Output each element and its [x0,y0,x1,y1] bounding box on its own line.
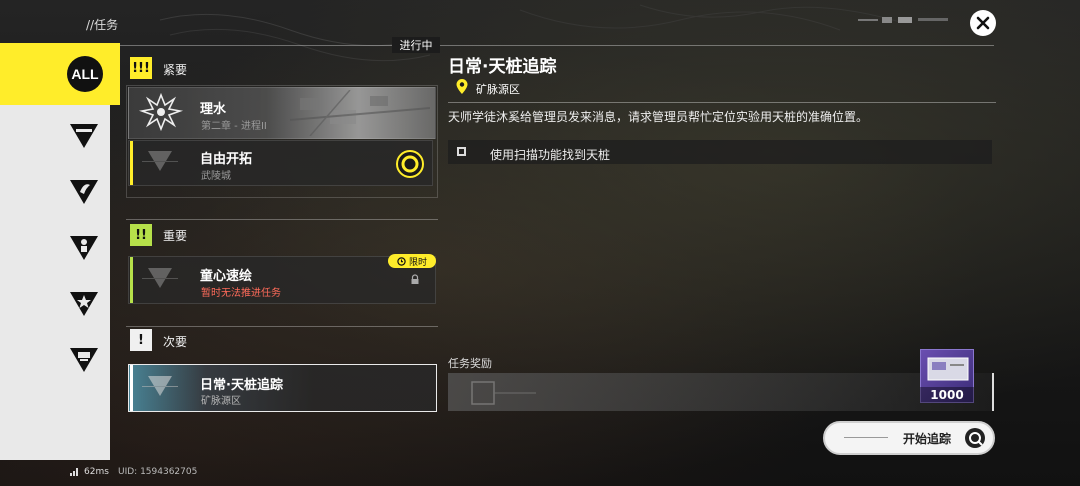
quest-map-thumbnail [290,90,430,136]
quest-title: 理水 [200,102,227,117]
quest-subtitle: 武陵城 [201,171,231,182]
header-divider [120,45,994,46]
start-tracking-label: 开始追踪 [903,432,952,446]
quest-accent-bar [130,141,133,185]
detail-location: 矿脉源区 [476,83,520,96]
sidebar-tab-person[interactable] [66,230,102,266]
quest-screen: //任务 进行中 ALL !!! 紧要 理水 第二章 - 进程II 自由开拓 武… [0,0,1080,486]
limited-time-badge: 限时 [388,254,436,268]
page-title: //任务 [86,18,119,32]
section-divider [126,219,438,220]
quest-title: 自由开拓 [200,152,253,167]
quest-subtitle: 矿脉源区 [201,396,241,407]
quest-title: 童心速绘 [200,269,253,284]
quest-accent-bar [130,257,133,303]
close-button[interactable] [970,10,996,36]
sidebar-tab-wing[interactable] [66,174,102,210]
section-label-urgent: 紧要 [163,63,188,77]
button-decoration-line [844,437,888,438]
endfield-icon [70,124,98,148]
user-uid: UID: 1594362705 [118,467,198,477]
urgent-badge: !!! [130,57,152,79]
detail-divider [448,102,996,103]
endfield-logo-icon [142,151,178,171]
status-tab-label: 进行中 [399,39,433,52]
section-label-important: 重要 [163,229,188,243]
status-tab-in-progress[interactable]: 进行中 [392,37,440,53]
quest-blocked-status: 暂时无法推进任务 [201,288,281,299]
tracking-target-icon[interactable] [395,149,425,179]
sidebar-tab-vehicle[interactable] [66,342,102,378]
quest-subtitle: 第二章 - 进程II [201,121,267,132]
quest-title: 日常·天桩追踪 [200,378,283,393]
vehicle-icon [70,348,98,372]
close-icon [976,16,990,30]
endfield-logo-icon [142,268,178,288]
endfield-logo-icon [142,376,178,396]
ping-readout: 62ms [84,467,109,477]
limited-time-label: 限时 [408,257,427,268]
wing-icon [70,180,98,204]
reward-scroll-indicator [992,373,994,411]
ticket-icon [927,357,969,381]
signal-icon [70,468,78,476]
lock-icon [411,274,419,284]
section-label-minor: 次要 [163,335,188,349]
detail-description: 天师学徒沐奚给管理员发来消息，请求管理员帮忙定位实验用天桩的准确位置。 [448,110,869,124]
objective-checkbox [457,147,466,156]
objective-label: 使用扫描功能找到天桩 [490,148,611,162]
important-badge: !! [130,224,152,246]
section-divider [126,326,438,327]
track-target-icon [965,428,985,448]
sidebar-tab-star[interactable] [66,286,102,322]
clock-icon [397,256,406,266]
minor-badge: ! [130,329,152,351]
detail-title: 日常·天桩追踪 [448,57,557,77]
reward-count: 1000 [920,387,974,403]
header-decoration [858,17,948,23]
sidebar-tab-endfield[interactable] [66,118,102,154]
star-icon [70,292,98,316]
location-pin-icon [456,79,468,94]
quest-accent-bar [130,365,133,411]
sidebar-tab-all[interactable]: ALL [0,43,120,105]
reward-box-icon [471,381,536,405]
all-badge: ALL [67,56,103,92]
chapter-crest-icon [138,92,184,132]
person-icon [70,236,98,260]
reward-label: 任务奖励 [448,357,492,370]
